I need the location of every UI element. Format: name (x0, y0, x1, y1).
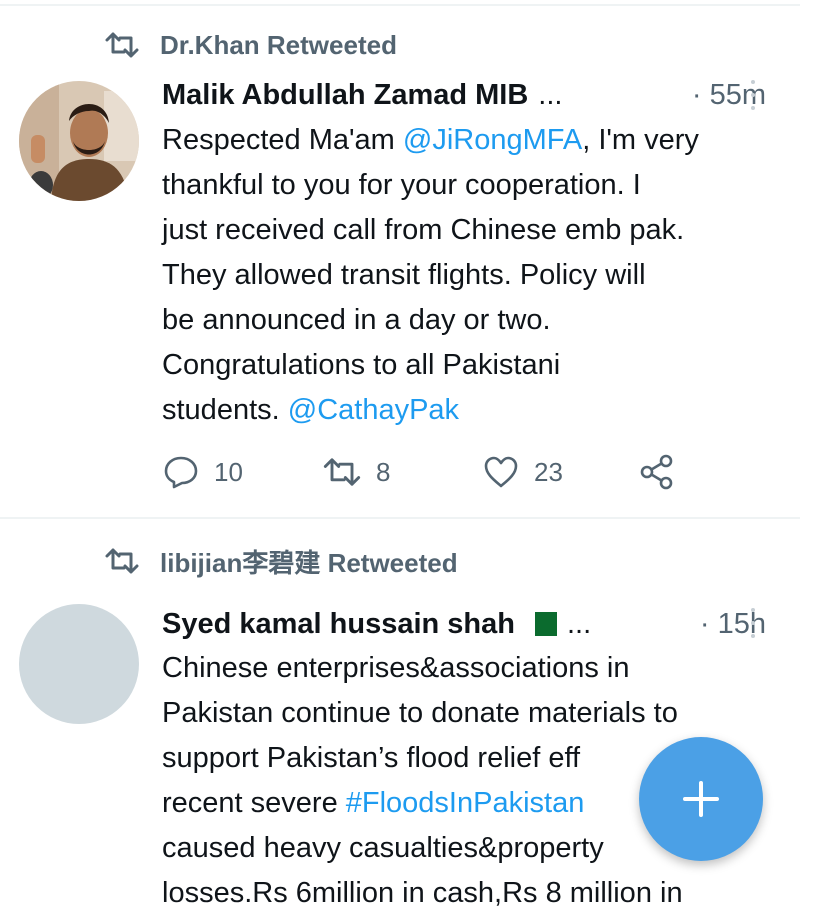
tweet-line: thankful to you for your cooperation. I (162, 169, 641, 201)
author-name[interactable]: Malik Abdullah Zamad MIB (162, 79, 528, 112)
retweet-count: 8 (376, 456, 391, 487)
tweet-line: Respected Ma'am @JiRongMFA, I'm very (162, 124, 699, 156)
plus-icon (683, 781, 719, 817)
tweet-header: Malik Abdullah Zamad MIB ... · 55m (162, 76, 766, 114)
tweet-header: Syed kamal hussain shah ... · 15h (162, 605, 766, 643)
avatar-photo (19, 81, 139, 201)
compose-tweet-button[interactable] (639, 737, 763, 861)
top-divider (0, 4, 800, 6)
tweet-line: Pakistan continue to donate materials to (162, 697, 678, 729)
tweet-line: Congratulations to all Pakistani (162, 349, 561, 381)
name-ellipsis: ... (566, 607, 592, 640)
tweet-divider (0, 517, 800, 519)
mention-link[interactable]: @JiRongMFA (403, 124, 582, 156)
tweet-line: They allowed transit flights. Policy wil… (162, 259, 646, 291)
retweet-context[interactable]: Dr.Khan Retweeted (104, 28, 397, 62)
reply-count: 10 (214, 456, 243, 487)
heart-icon (484, 456, 518, 488)
more-options-icon[interactable] (751, 80, 757, 110)
avatar[interactable] (19, 81, 139, 201)
share-icon (640, 454, 673, 490)
retweet-context-label: Dr.Khan Retweeted (160, 29, 397, 60)
author-name[interactable]: Syed kamal hussain shah (162, 608, 515, 641)
reply-button[interactable]: 10 (162, 450, 243, 494)
hashtag-link[interactable]: #FloodsInPakistan (346, 787, 585, 819)
tweet-line: students. @CathayPak (162, 394, 460, 426)
tweet-line: losses.Rs 6million in cash,Rs 8 million … (162, 877, 683, 909)
avatar-placeholder[interactable] (19, 604, 139, 724)
pakistan-flag-icon (528, 612, 557, 636)
retweet-context-label: libijian李碧建 Retweeted (160, 547, 458, 578)
like-button[interactable]: 23 (482, 450, 563, 494)
tweet-line: be announced in a day or two. (162, 304, 551, 336)
tweet-text: Respected Ma'am @JiRongMFA, I'm very tha… (162, 118, 782, 433)
tweet-line: Chinese enterprises&associations in (162, 652, 630, 684)
retweet-button[interactable]: 8 (322, 450, 390, 494)
like-count: 23 (534, 456, 563, 487)
tweet-line: just received call from Chinese emb pak. (162, 214, 685, 246)
more-options-icon[interactable] (751, 608, 757, 638)
name-ellipsis: ... (538, 78, 563, 111)
mention-link[interactable]: @CathayPak (288, 394, 459, 426)
retweet-icon (105, 32, 139, 58)
retweet-context[interactable]: libijian李碧建 Retweeted (104, 544, 458, 578)
retweet-icon (323, 458, 361, 486)
share-button[interactable] (638, 450, 690, 494)
retweet-icon (105, 548, 139, 574)
reply-icon (164, 456, 198, 489)
